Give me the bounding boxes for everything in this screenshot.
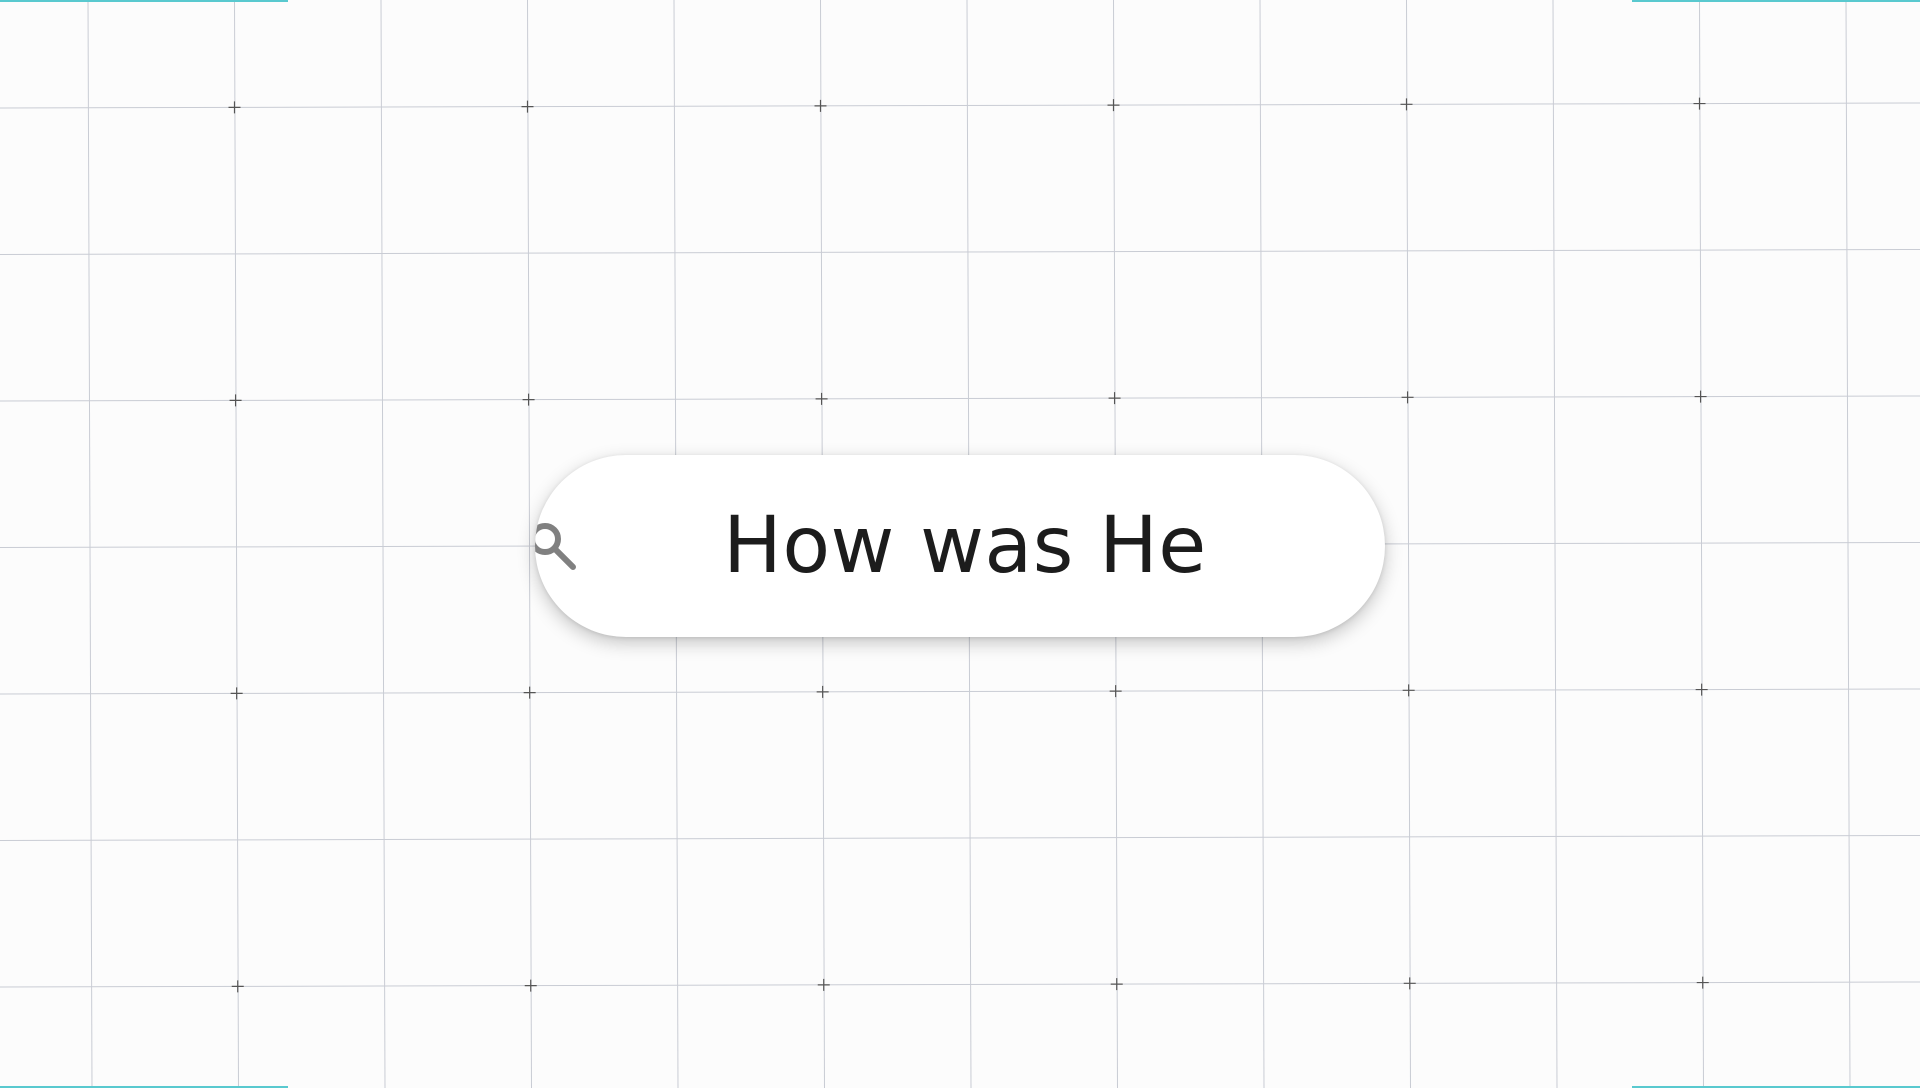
grid-crosshair <box>1693 97 1706 110</box>
grid-line-vertical <box>234 0 239 1088</box>
grid-crosshair <box>1694 390 1707 403</box>
grid-crosshair <box>1108 392 1121 405</box>
grid-crosshair <box>1402 684 1415 697</box>
grid-crosshair <box>814 99 827 112</box>
grid-crosshair <box>228 101 241 114</box>
grid-crosshair <box>1400 98 1413 111</box>
grid-line-horizontal <box>0 835 1920 841</box>
grid-line-vertical <box>1552 0 1558 1088</box>
grid-crosshair <box>816 685 829 698</box>
corner-accent-top-left <box>0 0 288 2</box>
grid-crosshair <box>229 394 242 407</box>
grid-crosshair <box>1107 99 1120 112</box>
grid-crosshair <box>230 687 243 700</box>
grid-line-horizontal <box>0 249 1920 255</box>
grid-crosshair <box>817 978 830 991</box>
grid-line-horizontal <box>0 102 1920 109</box>
grid-crosshair <box>1401 391 1414 404</box>
grid-line-vertical <box>87 0 93 1088</box>
search-bar[interactable]: How was He <box>535 455 1385 637</box>
grid-crosshair <box>522 393 535 406</box>
grid-crosshair <box>231 980 244 993</box>
search-query-text: How was He <box>723 501 1207 591</box>
grid-crosshair <box>523 686 536 699</box>
grid-crosshair <box>815 392 828 405</box>
grid-crosshair <box>1110 978 1123 991</box>
corner-accent-top-right <box>1632 0 1920 2</box>
grid-crosshair <box>1696 976 1709 989</box>
grid-line-vertical <box>1699 0 1704 1088</box>
grid-line-vertical <box>380 0 386 1088</box>
grid-crosshair <box>521 100 534 113</box>
grid-line-horizontal <box>0 688 1920 695</box>
grid-line-vertical <box>527 0 532 1088</box>
grid-crosshair <box>1695 683 1708 696</box>
grid-line-vertical <box>1845 0 1851 1088</box>
grid-crosshair <box>1403 977 1416 990</box>
grid-line-horizontal <box>0 981 1920 988</box>
canvas-background: How was He <box>0 0 1920 1088</box>
grid-crosshair <box>524 979 537 992</box>
grid-crosshair <box>1109 685 1122 698</box>
grid-line-horizontal <box>0 395 1920 402</box>
